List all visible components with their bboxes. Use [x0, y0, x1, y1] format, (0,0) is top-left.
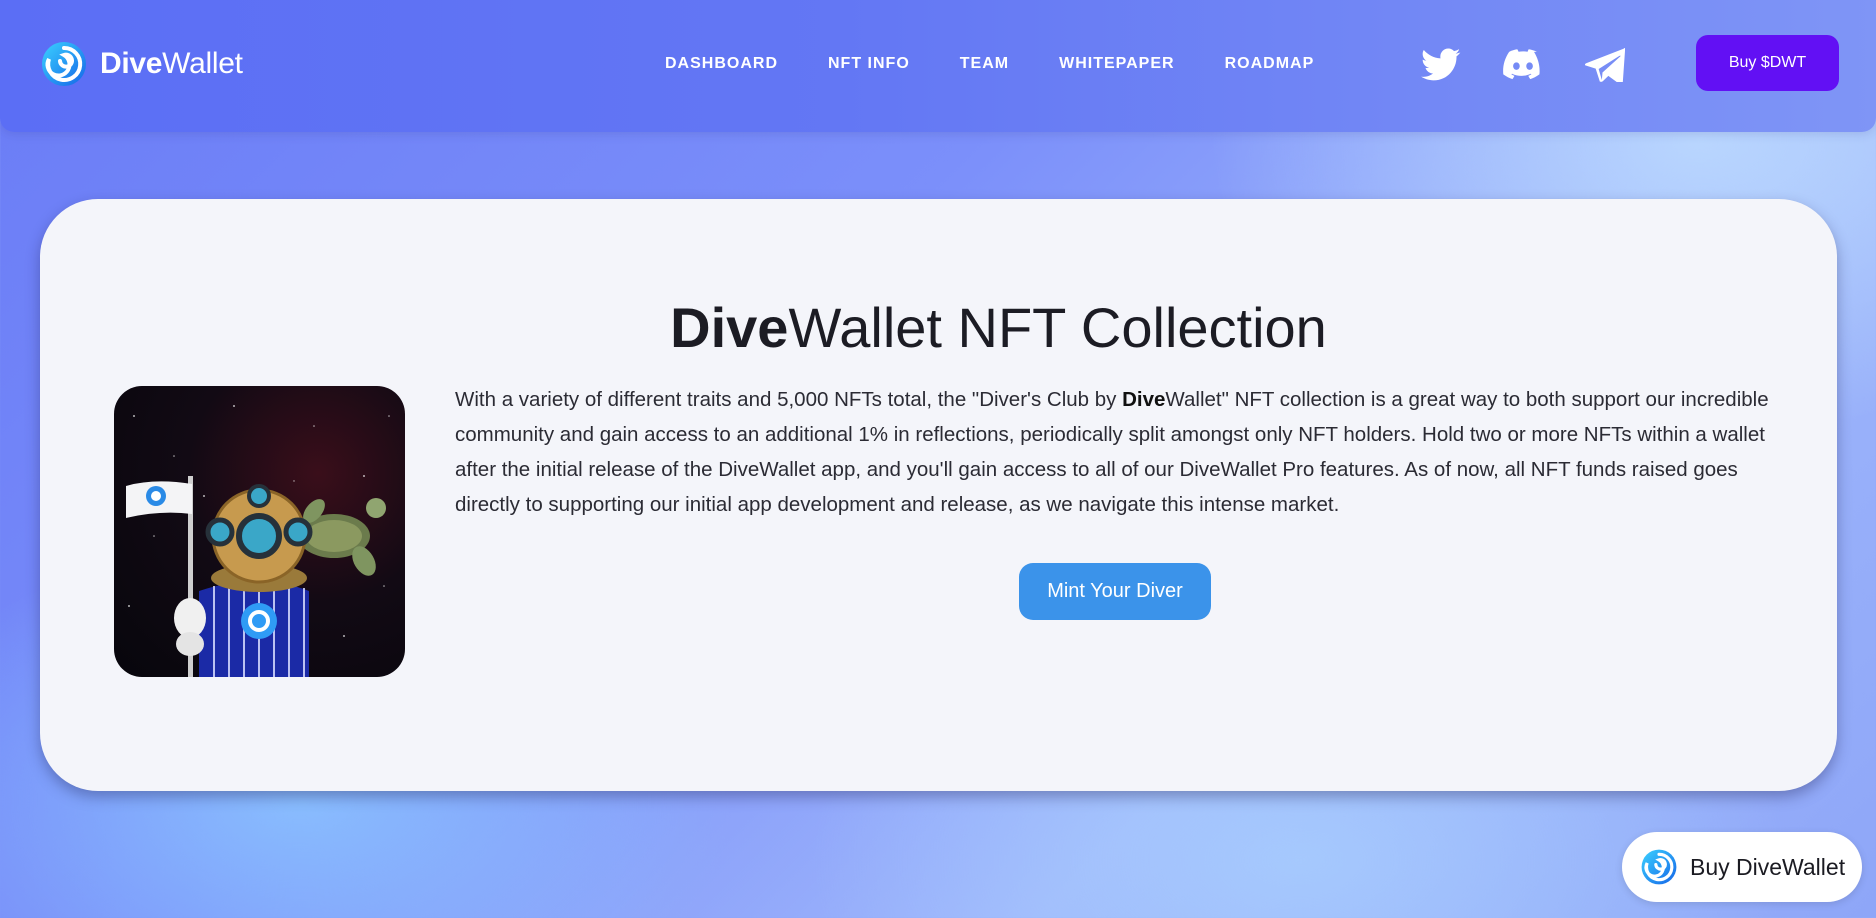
navbar: DiveWallet DASHBOARD NFT INFO TEAM WHITE…: [0, 0, 1876, 132]
diver-illustration: [126, 405, 390, 677]
discord-link[interactable]: [1502, 44, 1544, 86]
floating-buy-label: Buy DiveWallet: [1690, 853, 1846, 880]
buy-dwt-button[interactable]: Buy $DWT: [1696, 35, 1839, 91]
nav-whitepaper[interactable]: WHITEPAPER: [1059, 55, 1174, 73]
telegram-icon: [1585, 48, 1625, 82]
nav-dashboard[interactable]: DASHBOARD: [665, 55, 778, 73]
twitter-icon: [1421, 48, 1461, 81]
nft-diver-image: [114, 386, 405, 677]
page-title: DiveWallet NFT Collection: [670, 296, 1327, 359]
nav-nft-info[interactable]: NFT INFO: [828, 55, 910, 73]
nav-team[interactable]: TEAM: [960, 55, 1009, 73]
brand-name: DiveWallet: [100, 47, 243, 80]
mint-your-diver-button[interactable]: Mint Your Diver: [1019, 563, 1211, 620]
twitter-link[interactable]: [1420, 44, 1462, 86]
nav-roadmap[interactable]: ROADMAP: [1225, 55, 1315, 73]
collection-description: With a variety of different traits and 5…: [455, 388, 1769, 516]
divewallet-logo-icon: [1641, 849, 1677, 885]
nft-collection-card: DiveWallet NFT Collection With a variety…: [40, 199, 1837, 791]
main-nav: DASHBOARD NFT INFO TEAM WHITEPAPER ROADM…: [665, 55, 1314, 73]
telegram-link[interactable]: [1584, 44, 1626, 86]
floating-buy-button[interactable]: Buy DiveWallet: [1622, 832, 1862, 902]
brand[interactable]: DiveWallet: [40, 40, 243, 88]
divewallet-logo-icon: [42, 42, 86, 86]
social-links: [1420, 44, 1626, 86]
discord-icon: [1503, 49, 1540, 80]
